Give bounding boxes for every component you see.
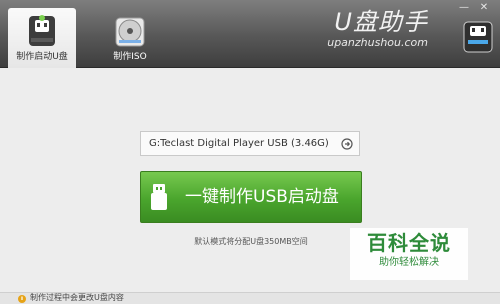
window-controls: — ✕ [454, 2, 494, 16]
tab-make-iso[interactable]: 制作ISO [96, 8, 164, 68]
watermark-subtitle: 助你轻松解决 [379, 257, 439, 268]
brand-title: U盘助手 [334, 8, 428, 36]
app-window: 制作启动U盘 制作ISO U盘助手 upanzhushou.com — ✕ G:… [0, 0, 500, 304]
arrow-circle-icon[interactable] [341, 138, 353, 150]
tab-make-usb-label: 制作启动U盘 [16, 52, 68, 62]
footer-text: 制作过程中会更改U盘内容 [30, 293, 124, 302]
watermark: 百科全说 助你轻松解决 [350, 228, 468, 280]
watermark-title: 百科全说 [367, 231, 451, 255]
make-usb-boot-button[interactable]: 一键制作USB启动盘 [140, 171, 362, 223]
info-icon [18, 295, 26, 303]
usb-drive-logo-icon [463, 21, 493, 53]
minimize-button[interactable]: — [456, 2, 472, 14]
tab-make-iso-label: 制作ISO [113, 52, 147, 62]
make-usb-boot-label: 一键制作USB启动盘 [185, 187, 339, 207]
partition-hint: 默认模式将分配U盘350MB空间 [194, 237, 308, 246]
title-bar: 制作启动U盘 制作ISO U盘助手 upanzhushou.com — ✕ [0, 0, 500, 68]
disc-icon [115, 17, 145, 47]
usb-drive-icon [29, 15, 55, 46]
brand-url: upanzhushou.com [327, 36, 428, 49]
close-button[interactable]: ✕ [476, 2, 492, 14]
device-select-value: G:Teclast Digital Player USB (3.46G) [149, 138, 329, 149]
brand: U盘助手 upanzhushou.com [327, 8, 428, 50]
device-select[interactable]: G:Teclast Digital Player USB (3.46G) [140, 131, 360, 156]
tab-make-usb[interactable]: 制作启动U盘 [8, 8, 76, 68]
status-footer: 制作过程中会更改U盘内容 [0, 292, 500, 304]
usb-icon [151, 184, 167, 210]
